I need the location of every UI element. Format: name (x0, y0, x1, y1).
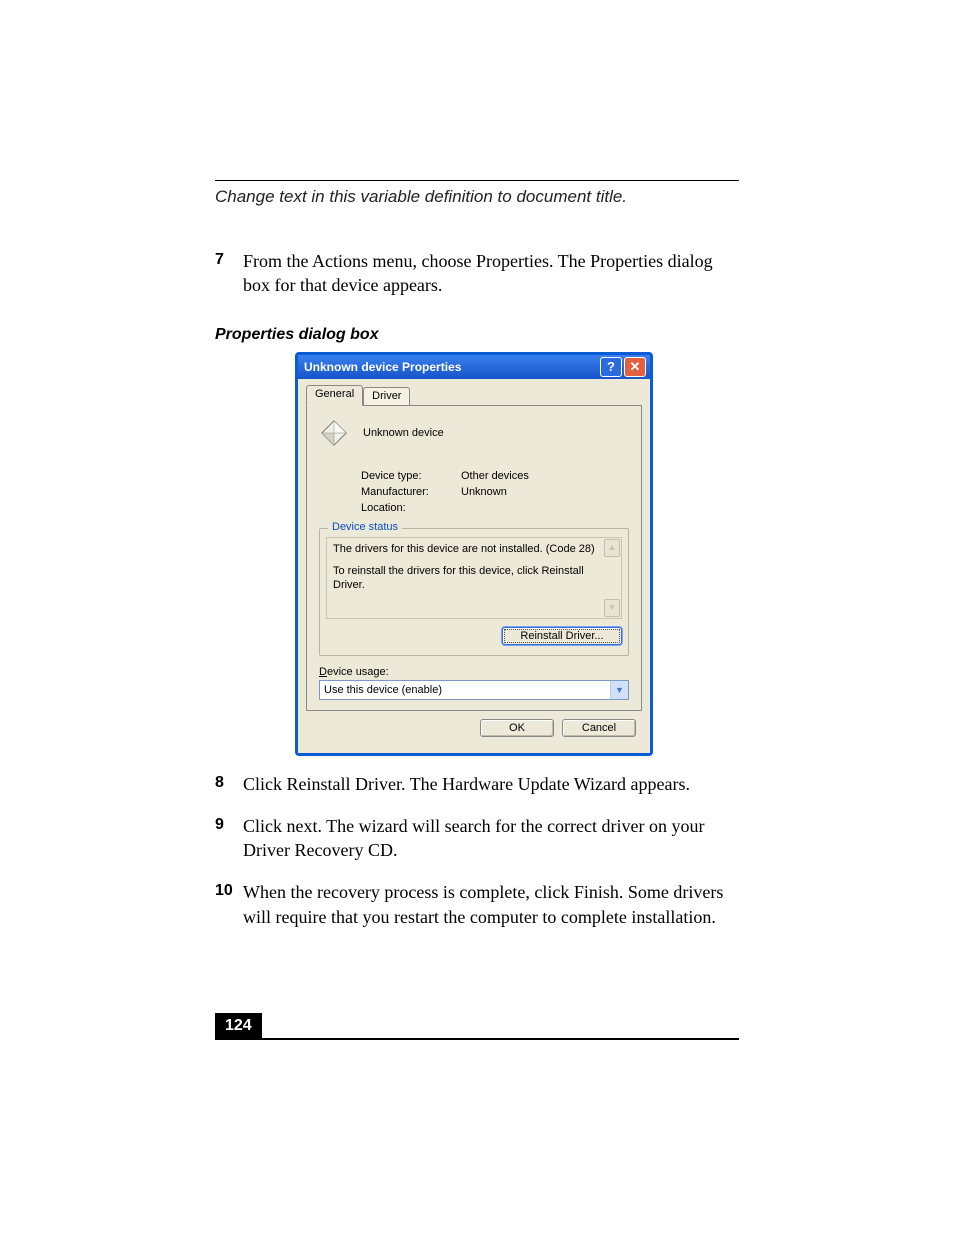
page-footer: 124 (215, 1013, 739, 1040)
step-text: Click next. The wizard will search for t… (243, 814, 739, 863)
dialog-title: Unknown device Properties (304, 360, 598, 374)
chevron-down-icon: ▼ (610, 681, 628, 699)
header-rule (215, 180, 739, 181)
properties-dialog: Unknown device Properties ? ✕ General Dr… (295, 352, 653, 756)
step-number: 8 (215, 772, 243, 796)
step-number: 9 (215, 814, 243, 863)
location-label: Location: (361, 502, 461, 514)
close-button[interactable]: ✕ (624, 357, 646, 377)
step-item: 8 Click Reinstall Driver. The Hardware U… (215, 772, 739, 796)
running-header: Change text in this variable definition … (215, 187, 739, 207)
device-name: Unknown device (363, 427, 444, 439)
ok-button[interactable]: OK (480, 719, 554, 737)
manufacturer-label: Manufacturer: (361, 486, 461, 498)
dialog-titlebar: Unknown device Properties ? ✕ (298, 355, 650, 379)
device-icon (319, 418, 349, 448)
device-info: Device type: Other devices Manufacturer:… (361, 470, 629, 514)
tab-strip: General Driver (306, 385, 642, 405)
dialog-button-row: OK Cancel (306, 711, 642, 743)
help-button[interactable]: ? (600, 357, 622, 377)
footer-rule (215, 1038, 739, 1040)
device-usage-label: Device usage: (319, 666, 629, 678)
close-icon: ✕ (630, 360, 641, 373)
manufacturer-value: Unknown (461, 486, 507, 498)
device-status-text: The drivers for this device are not inst… (326, 537, 622, 619)
step-text: From the Actions menu, choose Properties… (243, 249, 739, 298)
step-number: 7 (215, 249, 243, 298)
device-header: Unknown device (319, 418, 629, 448)
figure-caption: Properties dialog box (215, 326, 739, 344)
tab-panel-general: Unknown device Device type: Other device… (306, 405, 642, 711)
device-status-group: Device status The drivers for this devic… (319, 528, 629, 656)
step-item: 10 When the recovery process is complete… (215, 880, 739, 929)
device-usage-value: Use this device (enable) (324, 684, 610, 696)
label-rest: evice usage: (327, 666, 389, 678)
device-type-label: Device type: (361, 470, 461, 482)
tab-general[interactable]: General (306, 385, 363, 406)
step-number: 10 (215, 880, 243, 929)
step-item: 9 Click next. The wizard will search for… (215, 814, 739, 863)
page-number: 124 (215, 1013, 262, 1039)
cancel-button[interactable]: Cancel (562, 719, 636, 737)
dialog-figure: Unknown device Properties ? ✕ General Dr… (295, 352, 739, 756)
document-page: Change text in this variable definition … (0, 0, 954, 1235)
scroll-down-icon: ▼ (604, 599, 620, 617)
scroll-up-icon: ▲ (604, 539, 620, 557)
step-item: 7 From the Actions menu, choose Properti… (215, 249, 739, 298)
status-line: The drivers for this device are not inst… (333, 542, 603, 556)
device-usage-select[interactable]: Use this device (enable) ▼ (319, 680, 629, 700)
device-type-value: Other devices (461, 470, 529, 482)
dialog-body: General Driver Unknown device (298, 379, 650, 753)
mnemonic: D (319, 666, 327, 678)
help-icon: ? (607, 360, 615, 373)
reinstall-driver-button[interactable]: Reinstall Driver... (502, 627, 622, 645)
status-line: To reinstall the drivers for this device… (333, 564, 603, 593)
status-scrollbar[interactable]: ▲ ▼ (604, 539, 620, 617)
tab-driver[interactable]: Driver (363, 387, 410, 407)
step-text: Click Reinstall Driver. The Hardware Upd… (243, 772, 739, 796)
step-text: When the recovery process is complete, c… (243, 880, 739, 929)
device-status-legend: Device status (328, 521, 402, 533)
